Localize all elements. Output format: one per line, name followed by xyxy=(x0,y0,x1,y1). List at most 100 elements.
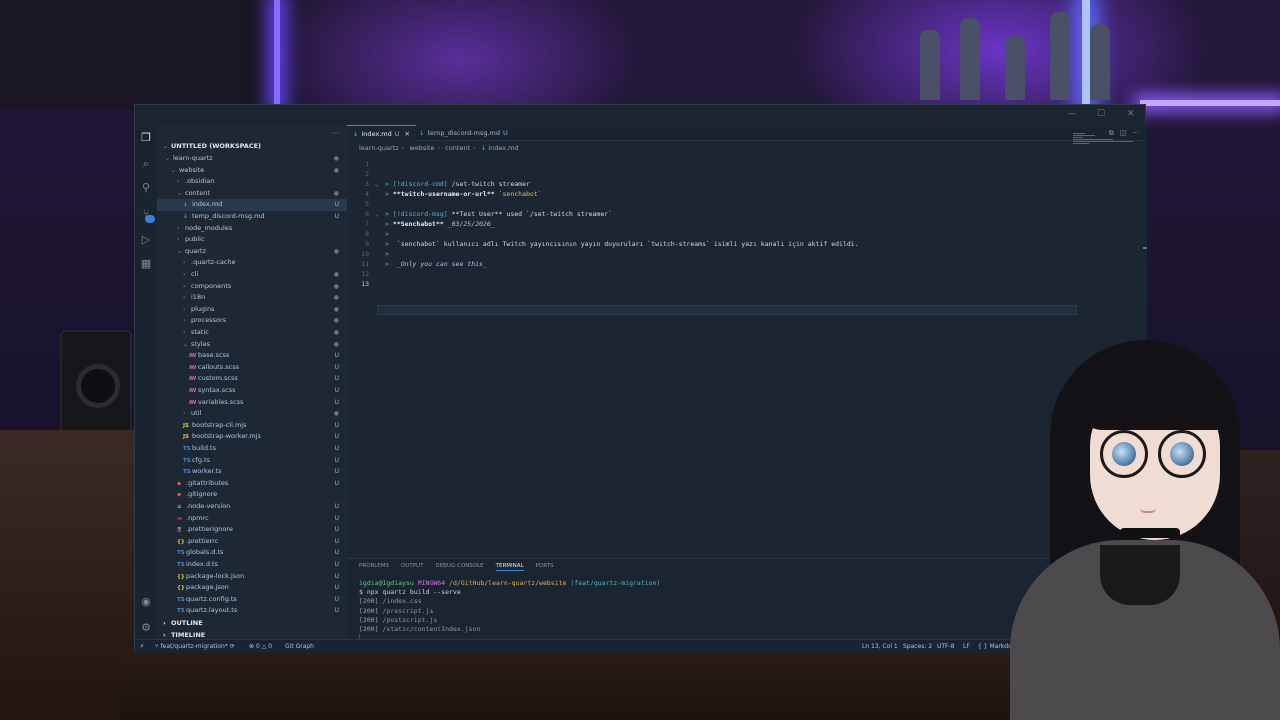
file-item[interactable]: {}package-lock.json U xyxy=(157,571,347,583)
minimap[interactable] xyxy=(1073,133,1133,147)
untracked-badge: U xyxy=(334,479,339,487)
file-item[interactable]: TSquartz.config.ts U xyxy=(157,594,347,606)
encoding-status[interactable]: UTF-8 xyxy=(937,640,955,654)
folder-item[interactable]: › public xyxy=(157,234,347,246)
modified-dot-icon: ● xyxy=(333,410,339,418)
tab-temp-discord-msg[interactable]: ↓ temp_discord-msg.md U xyxy=(413,125,514,141)
search-files-icon[interactable]: ⚲ xyxy=(139,181,153,195)
tree-item-label: bootstrap-worker.mjs xyxy=(192,432,261,441)
tab-output[interactable]: OUTPUT xyxy=(401,563,423,571)
chevron-right-icon: › xyxy=(183,259,186,267)
run-debug-icon[interactable]: ▷ xyxy=(139,233,153,247)
settings-gear-icon[interactable]: ⚙ xyxy=(139,621,153,635)
git-graph-button[interactable]: Git Graph xyxy=(285,640,314,654)
workspace-title[interactable]: ⌄ UNTITLED (WORKSPACE) xyxy=(163,141,261,153)
file-item[interactable]: TSworker.ts U xyxy=(157,466,347,478)
tree-item-label: callouts.scss xyxy=(198,362,239,371)
folder-item[interactable]: › .quartz-cache xyxy=(157,257,347,269)
search-icon[interactable]: ⌕ xyxy=(139,157,153,171)
folder-item[interactable]: › processors ● xyxy=(157,315,347,327)
modified-dot-icon: ● xyxy=(333,305,339,313)
file-item[interactable]: ◆ .gitignore xyxy=(157,489,347,501)
editor-more-icon[interactable]: ··· xyxy=(1132,129,1139,138)
cursor-position[interactable]: Ln 13, Col 1 xyxy=(862,640,898,654)
more-actions-icon[interactable]: ··· xyxy=(331,129,339,138)
folder-item[interactable]: ⌄ quartz ● xyxy=(157,246,347,258)
file-item[interactable]: ≣ .prettierignore U xyxy=(157,524,347,536)
file-item[interactable]: {}package.json U xyxy=(157,582,347,594)
tree-item-label: build.ts xyxy=(192,444,216,452)
account-icon[interactable]: ◉ xyxy=(139,595,153,609)
folder-item[interactable]: › plugins ● xyxy=(157,304,347,316)
remote-icon[interactable]: ⚡ xyxy=(135,640,149,654)
breadcrumb-item[interactable]: content xyxy=(445,144,470,152)
tree-item-label: .gitignore xyxy=(186,490,218,499)
folder-item[interactable]: ⌄ content ● xyxy=(157,188,347,200)
folder-item[interactable]: ⌄ styles ● xyxy=(157,339,347,351)
file-item[interactable]: JS bootstrap-worker.mjs U xyxy=(157,431,347,443)
folder-item[interactable]: › .obsidian xyxy=(157,176,347,188)
outline-section[interactable]: › OUTLINE xyxy=(157,618,347,629)
line-number: 11 xyxy=(361,260,369,268)
line-number: 7 xyxy=(365,220,369,228)
close-window-icon[interactable]: ✕ xyxy=(1127,109,1137,119)
tree-item-label: styles xyxy=(191,339,210,348)
file-item[interactable]: ◆ .gitattributes U xyxy=(157,478,347,490)
tree-item-label: quartz.layout.ts xyxy=(186,606,238,615)
file-item[interactable]: ꟿ custom.scss U xyxy=(157,373,347,385)
file-item[interactable]: ▬ .npmrc U xyxy=(157,513,347,525)
terminal-line: [200] /postscript.js xyxy=(359,615,438,624)
tab-terminal[interactable]: TERMINAL xyxy=(495,563,524,571)
indentation-status[interactable]: Spaces: 2 xyxy=(903,640,932,654)
code-line: > _Only you can see this_ xyxy=(385,260,487,268)
line-number: 2 xyxy=(365,170,369,178)
file-item[interactable]: ꟿ syntax.scss U xyxy=(157,385,347,397)
folder-item[interactable]: › static ● xyxy=(157,327,347,339)
breadcrumb-item[interactable]: index.md xyxy=(488,144,518,152)
code-line: > **twitch-username-or-url** `senchabot` xyxy=(385,190,542,198)
file-item[interactable]: TSquartz.layout.ts U xyxy=(157,605,347,617)
line-number: 4 xyxy=(365,190,369,198)
maximize-icon[interactable]: ☐ xyxy=(1097,109,1107,119)
fold-icon[interactable]: ⌄ xyxy=(375,179,379,189)
breadcrumb-item[interactable]: website xyxy=(409,144,434,152)
tree-item-label: learn-quartz xyxy=(173,154,213,162)
code-line: > `senchabot` kullanıcı adlı Twitch yayı… xyxy=(385,240,859,248)
fold-icon[interactable]: ⌄ xyxy=(375,209,379,219)
chevron-right-icon: › xyxy=(177,178,180,186)
file-item[interactable]: ꟿ callouts.scss U xyxy=(157,362,347,374)
file-item[interactable]: ↓ temp_discord-msg.md U xyxy=(157,211,347,223)
file-item[interactable]: ꟿ variables.scss U xyxy=(157,397,347,409)
file-item[interactable]: TSbuild.ts U xyxy=(157,443,347,455)
file-item[interactable]: JS bootstrap-cli.mjs U xyxy=(157,420,347,432)
tab-ports[interactable]: PORTS xyxy=(536,563,554,571)
tab-debug-console[interactable]: DEBUG CONSOLE xyxy=(435,563,483,571)
file-item[interactable]: ≡ .node-version U xyxy=(157,501,347,513)
explorer-icon[interactable]: ❐ xyxy=(139,131,153,145)
folder-item[interactable]: ⌄ learn-quartz ● xyxy=(157,153,347,165)
minimize-icon[interactable]: — xyxy=(1067,109,1077,119)
folder-item[interactable]: › util ● xyxy=(157,408,347,420)
tab-problems[interactable]: PROBLEMS xyxy=(359,563,389,571)
file-item[interactable]: TScfg.ts U xyxy=(157,455,347,467)
close-tab-icon[interactable]: ✕ xyxy=(405,130,410,138)
folder-item[interactable]: › node_modules xyxy=(157,223,347,235)
eol-status[interactable]: LF xyxy=(963,640,970,654)
file-item[interactable]: TSglobals.d.ts U xyxy=(157,547,347,559)
tab-index-md[interactable]: ↓ index.md U ✕ xyxy=(347,125,416,141)
folder-item[interactable]: ⌄ website ● xyxy=(157,165,347,177)
folder-item[interactable]: › components ● xyxy=(157,281,347,293)
untracked-badge: U xyxy=(334,607,339,615)
branch-status[interactable]: ⑂ feat/quartz-migration* ⟳ xyxy=(155,640,235,654)
breadcrumb-item[interactable]: learn-quartz xyxy=(359,144,399,152)
file-item[interactable]: {}.prettierrc U xyxy=(157,536,347,548)
extensions-icon[interactable]: ▦ xyxy=(139,257,153,271)
file-item[interactable]: TSindex.d.ts U xyxy=(157,559,347,571)
folder-item[interactable]: › i18n ● xyxy=(157,292,347,304)
terminal-output[interactable]: igdia@Igdiaysu MINGW64 /d/GitHub/learn-q… xyxy=(359,579,660,643)
folder-item[interactable]: › cli ● xyxy=(157,269,347,281)
file-item[interactable]: ꟿ base.scss U xyxy=(157,350,347,362)
problems-status[interactable]: ⊗ 0 △ 0 xyxy=(249,640,272,654)
file-item[interactable]: ↓ index.md U xyxy=(157,199,347,211)
untracked-badge: U xyxy=(334,352,339,360)
